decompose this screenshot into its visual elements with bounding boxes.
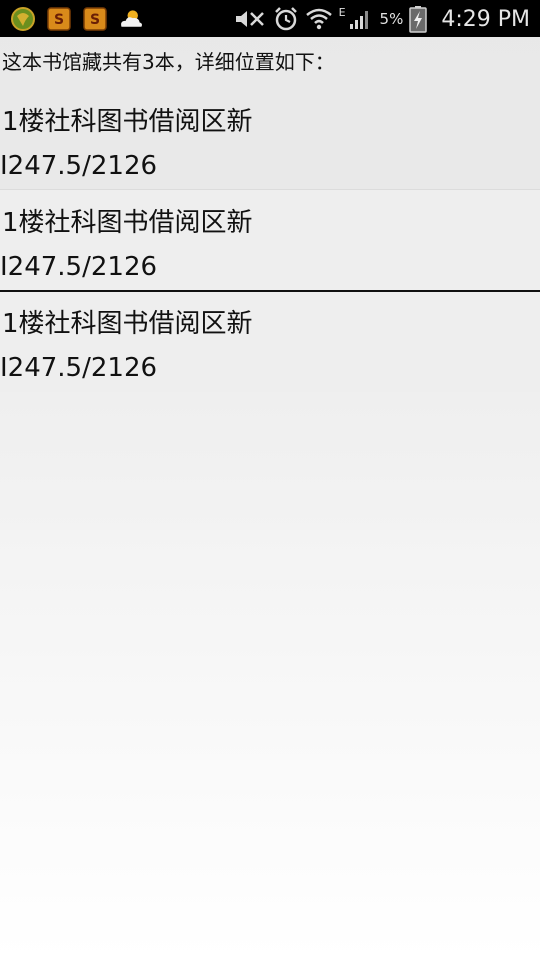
app-globe-icon: [10, 6, 36, 32]
list-item[interactable]: 1楼社科图书借阅区新 I247.5/2126: [0, 189, 540, 291]
weather-cloud-icon: [118, 6, 144, 32]
location-list: 1楼社科图书借阅区新 I247.5/2126 1楼社科图书借阅区新 I247.5…: [0, 89, 540, 392]
list-item[interactable]: 1楼社科图书借阅区新 I247.5/2126: [0, 290, 540, 392]
clock-time: 4:29 PM: [441, 6, 530, 32]
svg-text:S: S: [90, 12, 100, 28]
list-item[interactable]: 1楼社科图书借阅区新 I247.5/2126: [0, 89, 540, 190]
location-name: 1楼社科图书借阅区新: [2, 107, 253, 137]
mute-icon: [233, 7, 267, 31]
app-s-icon: S: [82, 6, 108, 32]
location-name: 1楼社科图书借阅区新: [2, 208, 253, 238]
notification-icons: S S: [10, 4, 144, 34]
network-type-label: E: [338, 6, 346, 19]
call-number: I247.5/2126: [0, 252, 158, 282]
battery-percent: 5%: [379, 10, 404, 28]
holdings-summary: 这本书馆藏共有3本，详细位置如下：: [2, 50, 335, 74]
alarm-icon: [273, 6, 299, 32]
call-number: I247.5/2126: [0, 353, 158, 383]
system-status-icons: E 5% 4:29 PM: [233, 4, 530, 34]
app-s-icon: S: [46, 6, 72, 32]
location-name: 1楼社科图书借阅区新: [2, 309, 253, 339]
svg-text:S: S: [54, 12, 64, 28]
wifi-icon: [305, 6, 333, 32]
holdings-content: 这本书馆藏共有3本，详细位置如下： 1楼社科图书借阅区新 I247.5/2126…: [0, 37, 540, 392]
status-bar: S S E 5% 4:29 PM: [0, 0, 540, 37]
call-number: I247.5/2126: [0, 151, 158, 181]
signal-icon: [348, 7, 372, 31]
battery-charging-icon: [409, 5, 428, 33]
